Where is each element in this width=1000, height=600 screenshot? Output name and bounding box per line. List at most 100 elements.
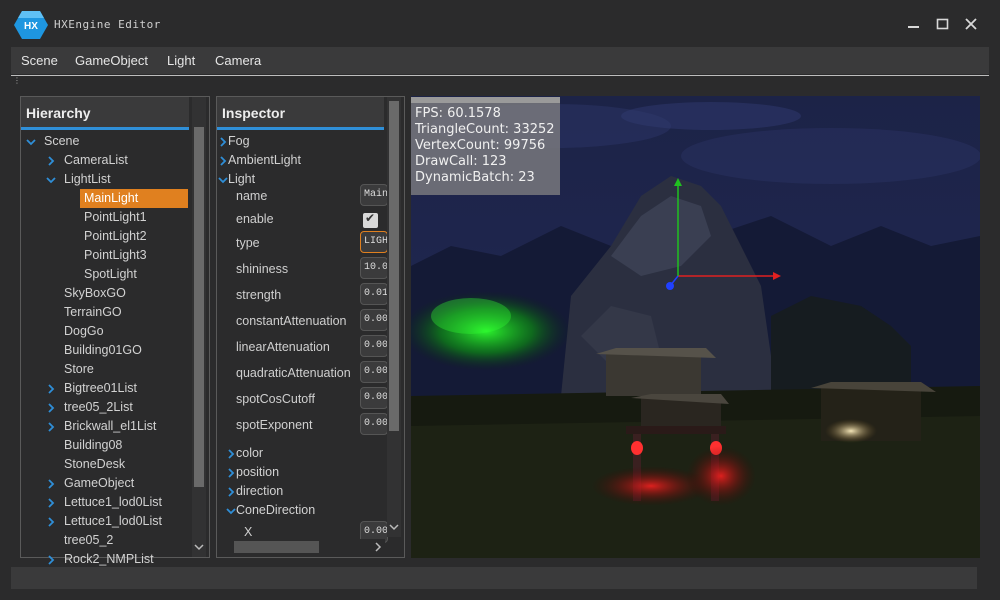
hierarchy-item[interactable]: TerrainGO [21, 303, 189, 322]
hierarchy-item-label: Bigtree01List [64, 381, 137, 395]
hierarchy-item[interactable]: Bigtree01List [21, 379, 189, 398]
minimize-icon[interactable] [904, 14, 924, 34]
hierarchy-item-label: SkyBoxGO [64, 286, 126, 300]
property-field[interactable]: 0.0000 [360, 361, 388, 383]
hierarchy-item[interactable]: PointLight3 [21, 246, 189, 265]
property-field[interactable]: 10.0000 [360, 257, 388, 279]
chevron-right-icon[interactable] [46, 156, 56, 166]
hierarchy-item[interactable]: LightList [21, 170, 189, 189]
chevron-right-icon[interactable] [46, 498, 56, 508]
chevron-down-icon[interactable] [26, 137, 36, 147]
inspector-section-label: Fog [228, 134, 250, 148]
inspector-section-label: color [236, 446, 264, 460]
chevron-right-icon[interactable] [46, 403, 56, 413]
property-field[interactable]: 0.0000 [360, 309, 388, 331]
chevron-right-icon[interactable] [46, 422, 56, 432]
menu-gameobject[interactable]: GameObject [75, 53, 148, 68]
close-icon[interactable] [961, 14, 981, 34]
hierarchy-item-label: SpotLight [84, 267, 137, 281]
stat-drawcall: DrawCall: 123 [415, 154, 507, 169]
inspector-hscroll-thumb[interactable] [234, 541, 319, 553]
chevron-right-icon[interactable] [226, 468, 236, 478]
toolbar-grip-icon[interactable]: ⋮ [13, 77, 21, 85]
chevron-right-icon[interactable] [226, 449, 236, 459]
stats-overlay: FPS: 60.1578 TriangleCount: 33252 Vertex… [411, 97, 560, 195]
hierarchy-item-label: Lettuce1_lod0List [64, 495, 162, 509]
chevron-right-icon[interactable] [218, 137, 228, 147]
inspector-scrollbar[interactable] [387, 97, 401, 537]
hierarchy-item[interactable]: Lettuce1_lod0List [21, 493, 189, 512]
inspector-section-label: Light [228, 172, 256, 186]
inspector-scroll-thumb[interactable] [389, 101, 399, 431]
hierarchy-item-label: TerrainGO [64, 305, 122, 319]
chevron-down-icon[interactable] [46, 175, 56, 185]
chevron-right-icon[interactable] [46, 384, 56, 394]
hierarchy-item[interactable]: GameObject [21, 474, 189, 493]
hierarchy-item[interactable]: StoneDesk [21, 455, 189, 474]
hierarchy-item[interactable]: Lettuce1_lod0List [21, 512, 189, 531]
chevron-right-icon[interactable] [218, 156, 228, 166]
chevron-right-icon[interactable] [46, 555, 56, 565]
enable-checkbox[interactable]: ✔ [363, 211, 378, 228]
property-field[interactable]: 0.0000 [360, 413, 388, 435]
inspector-section-label: direction [236, 484, 284, 498]
hierarchy-scrollbar[interactable] [192, 97, 206, 557]
hierarchy-item[interactable]: MainLight [21, 189, 189, 208]
hierarchy-item-label: tree05_2 [64, 533, 114, 547]
property-field[interactable]: 0.0100 [360, 283, 388, 305]
hierarchy-scroll-thumb[interactable] [194, 127, 204, 487]
stat-triangles: TriangleCount: 33252 [415, 122, 555, 137]
inspector-hscrollbar[interactable] [220, 539, 385, 555]
hierarchy-item[interactable]: Building01GO [21, 341, 189, 360]
hierarchy-item-label: DogGo [64, 324, 104, 338]
hierarchy-item-label: GameObject [64, 476, 135, 490]
inspector-section-label: AmbientLight [228, 153, 301, 167]
hierarchy-item[interactable]: SkyBoxGO [21, 284, 189, 303]
menu-scene[interactable]: Scene [21, 53, 58, 68]
property-label: enable [236, 212, 274, 226]
hierarchy-item[interactable]: PointLight1 [21, 208, 189, 227]
maximize-icon[interactable] [933, 14, 953, 34]
checkmark-icon: ✔ [365, 211, 376, 225]
title-bar: HX HXEngine Editor [0, 0, 1000, 46]
chevron-right-icon[interactable] [46, 479, 56, 489]
hierarchy-item-label: PointLight3 [84, 248, 147, 262]
hierarchy-item[interactable]: SpotLight [21, 265, 189, 284]
chevron-right-icon[interactable] [226, 487, 236, 497]
status-bar [11, 567, 977, 589]
property-field[interactable]: MainLight [360, 184, 388, 206]
resize-grip[interactable] [978, 567, 989, 589]
hierarchy-item[interactable]: tree05_2List [21, 398, 189, 417]
chevron-right-icon[interactable] [46, 517, 56, 527]
property-field[interactable]: 0.0000 [360, 335, 388, 357]
hierarchy-item[interactable]: CameraList [21, 151, 189, 170]
hierarchy-item-label: PointLight2 [84, 229, 147, 243]
chevron-down-icon[interactable] [226, 506, 236, 516]
hierarchy-item[interactable]: PointLight2 [21, 227, 189, 246]
hierarchy-item[interactable]: DogGo [21, 322, 189, 341]
hierarchy-title: Hierarchy [26, 105, 91, 121]
chevron-down-icon[interactable] [218, 175, 228, 185]
chevron-down-icon[interactable] [193, 541, 205, 553]
inspector-section-label: ConeDirection [236, 503, 316, 517]
type-select[interactable]: LIGHT_DIRECTION [360, 231, 388, 253]
hierarchy-item[interactable]: tree05_2 [21, 531, 189, 550]
toolbar-divider [11, 75, 989, 76]
menu-light[interactable]: Light [167, 53, 195, 68]
inspector-title: Inspector [222, 105, 286, 121]
chevron-right-icon[interactable] [372, 541, 384, 553]
hierarchy-item[interactable]: Building08 [21, 436, 189, 455]
menu-camera[interactable]: Camera [215, 53, 261, 68]
hierarchy-item-label: MainLight [80, 189, 188, 208]
hierarchy-item-label: Building08 [64, 438, 123, 452]
hierarchy-item-label: Store [64, 362, 94, 376]
property-label: name [236, 189, 268, 203]
stat-batch: DynamicBatch: 23 [415, 170, 535, 185]
hierarchy-item[interactable]: Scene [21, 132, 189, 151]
chevron-down-icon[interactable] [388, 521, 400, 533]
hierarchy-item[interactable]: Brickwall_el1List [21, 417, 189, 436]
inspector-section-label: position [236, 465, 280, 479]
property-field[interactable]: 0.0000 [360, 387, 388, 409]
cone-x-label: X [244, 525, 253, 539]
hierarchy-item[interactable]: Store [21, 360, 189, 379]
